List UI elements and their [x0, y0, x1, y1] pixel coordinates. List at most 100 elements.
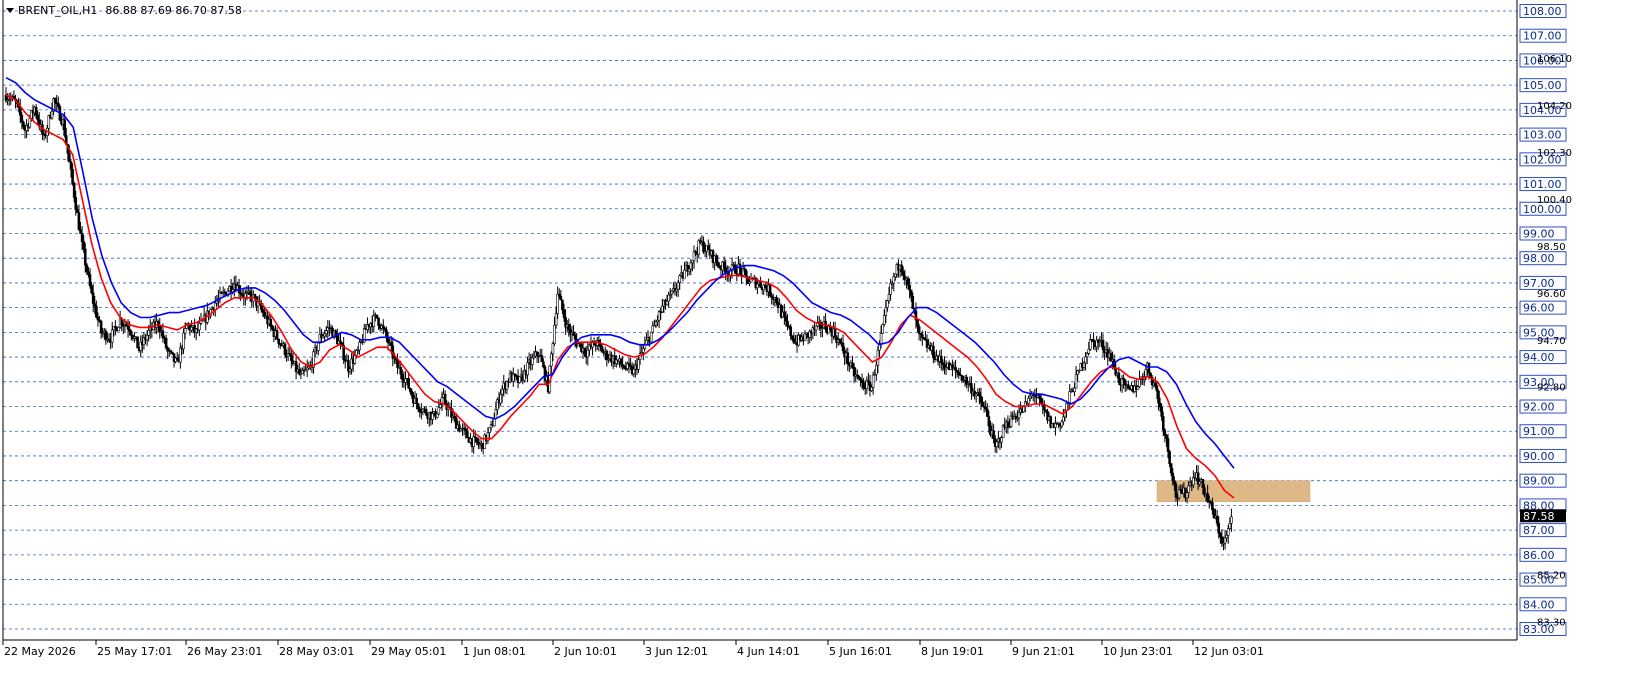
candle-body — [554, 313, 558, 326]
candle-body — [190, 326, 193, 331]
candle-body — [909, 289, 913, 297]
candle-body — [875, 364, 878, 375]
candle-body — [846, 352, 850, 364]
candle-body — [702, 241, 705, 253]
candle-body — [126, 325, 130, 330]
candle-body — [1038, 395, 1041, 400]
candle-body — [637, 359, 640, 370]
candle-body — [756, 283, 759, 289]
time-label: 5 Jun 16:01 — [829, 645, 892, 658]
chart-background — [0, 0, 1641, 693]
candle-body — [424, 408, 428, 415]
candle-body — [1154, 382, 1157, 387]
candle-body — [372, 315, 376, 327]
candle-body — [87, 271, 90, 275]
candle-body — [90, 285, 93, 294]
candle-body — [401, 373, 404, 380]
candle-body — [68, 152, 71, 163]
candle-body — [978, 392, 981, 397]
candle-body — [1006, 421, 1010, 428]
candle-body — [1074, 374, 1078, 389]
candle-body — [110, 329, 114, 343]
candle-body — [745, 270, 748, 278]
candle-body — [472, 436, 475, 447]
candle-body — [1082, 362, 1086, 368]
candle-body — [862, 382, 865, 389]
candle-body — [1219, 532, 1222, 538]
candle-body — [916, 319, 919, 327]
time-label: 10 Jun 23:01 — [1103, 645, 1173, 658]
candle-body — [786, 320, 789, 327]
candle-body — [248, 290, 252, 295]
candle-body — [253, 293, 257, 297]
candle-body — [632, 368, 636, 375]
candle-body — [277, 338, 280, 344]
candle-body — [20, 114, 24, 123]
candle-body — [1084, 356, 1087, 364]
candle-body — [987, 416, 991, 427]
candle-body — [995, 441, 999, 447]
candle-body — [851, 362, 854, 368]
price-label: 103.00 — [1523, 129, 1562, 142]
minor-price-tick: 92.80 — [1537, 383, 1566, 394]
candle-body — [1101, 339, 1105, 350]
candle-body — [431, 413, 434, 420]
candle-body — [323, 333, 326, 337]
candle-body — [261, 309, 265, 313]
candle-body — [940, 355, 943, 363]
candle-body — [358, 341, 361, 351]
candle-body — [179, 347, 182, 363]
candle-body — [654, 321, 658, 326]
price-label: 99.00 — [1523, 227, 1555, 240]
time-label: 29 May 05:01 — [371, 645, 446, 658]
candle-body — [271, 325, 274, 330]
time-label: 2 Jun 10:01 — [554, 645, 617, 658]
candle-body — [550, 353, 553, 367]
candle-body — [957, 371, 961, 375]
candle-body — [665, 300, 669, 306]
candle-body — [678, 275, 682, 283]
candle-body — [645, 339, 648, 345]
candle-body — [408, 387, 412, 392]
candle-body — [407, 378, 410, 389]
candle-body — [743, 268, 747, 272]
candle-body — [908, 284, 911, 291]
candle-body — [1168, 451, 1171, 464]
time-label: 8 Jun 19:01 — [921, 645, 984, 658]
time-label: 25 May 17:01 — [97, 645, 172, 658]
candle-body — [316, 342, 320, 351]
candle-body — [96, 316, 100, 321]
candle-body — [900, 264, 903, 272]
minor-price-tick: 94.70 — [1537, 336, 1566, 347]
candle-body — [559, 295, 563, 301]
candle-body — [661, 305, 664, 313]
candle-body — [1085, 353, 1089, 358]
minor-price-tick: 102.30 — [1537, 148, 1572, 159]
dropdown-caret-icon[interactable] — [6, 8, 14, 13]
candle-body — [641, 348, 645, 353]
price-label: 98.00 — [1523, 252, 1555, 265]
candle-body — [884, 307, 888, 316]
candle-body — [759, 282, 762, 288]
candle-body — [466, 430, 469, 438]
candle-body — [1173, 480, 1176, 485]
candle-body — [500, 388, 504, 395]
candle-body — [83, 248, 87, 266]
candle-body — [768, 284, 772, 296]
candle-body — [605, 350, 609, 360]
candle-body — [1043, 405, 1046, 411]
minor-price-tick: 96.60 — [1537, 289, 1566, 300]
candle-body — [147, 330, 150, 336]
candle-body — [183, 328, 187, 334]
candle-body — [1089, 339, 1092, 350]
candle-body — [1226, 528, 1230, 536]
candle-body — [1160, 406, 1163, 417]
candle-body — [488, 427, 491, 433]
candle-body — [74, 197, 78, 210]
candle-body — [53, 98, 57, 103]
candle-body — [161, 330, 165, 339]
symbol-header: BRENT_OIL,H1 86.88 87.69 86.70 87.58 — [6, 4, 242, 17]
candle-body — [1198, 481, 1202, 485]
candle-body — [920, 334, 924, 338]
candle-body — [399, 367, 403, 375]
